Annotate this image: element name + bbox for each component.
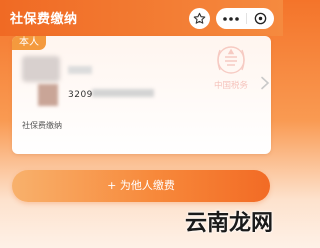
id-number-partial: 3209: [68, 90, 93, 100]
blurred-id-number: [92, 89, 154, 97]
chevron-right-icon[interactable]: [260, 76, 270, 90]
star-icon: [193, 12, 206, 24]
favorite-button[interactable]: [189, 8, 210, 29]
pay-for-others-button[interactable]: + 为他人缴费: [12, 170, 270, 202]
page-title: 社保费缴纳: [10, 12, 78, 27]
card-label: 社保费缴纳: [22, 121, 62, 130]
close-button[interactable]: [247, 8, 274, 29]
blurred-info: [68, 66, 92, 74]
more-dots-icon: [223, 16, 239, 21]
watermark: 云南龙网: [184, 210, 273, 236]
app-header: 社保费缴纳: [0, 0, 283, 36]
payer-card[interactable]: 本人 3209 社保费缴纳 中国税务: [12, 36, 271, 154]
blurred-name: [22, 56, 60, 82]
tax-emblem-icon: 中国税务: [214, 46, 249, 91]
self-tag: 本人: [12, 36, 46, 50]
close-circle-icon: [254, 12, 267, 25]
more-button[interactable]: [216, 8, 246, 29]
mini-program-capsule: [216, 8, 274, 29]
emblem-text: 中国税务: [214, 80, 249, 91]
blurred-avatar: [38, 84, 58, 106]
